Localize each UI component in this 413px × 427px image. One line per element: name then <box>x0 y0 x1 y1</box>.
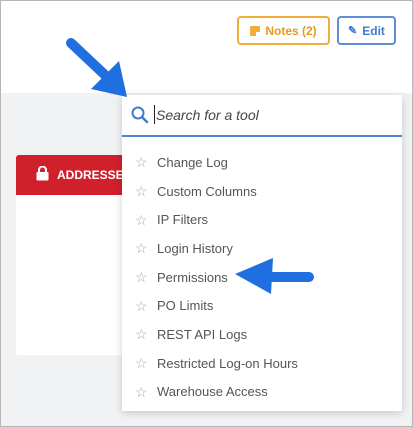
star-icon[interactable]: ☆ <box>135 356 149 370</box>
star-icon[interactable]: ☆ <box>135 213 149 227</box>
star-icon[interactable]: ☆ <box>135 155 149 169</box>
edit-button-label: Edit <box>362 23 385 38</box>
tool-item-custom-columns[interactable]: ☆ Custom Columns <box>122 177 402 206</box>
tool-item-restricted-log-on-hours[interactable]: ☆ Restricted Log-on Hours <box>122 349 402 378</box>
notes-icon <box>250 25 261 36</box>
tool-item-label: Warehouse Access <box>157 384 268 400</box>
star-icon[interactable]: ☆ <box>135 327 149 341</box>
tool-item-label: IP Filters <box>157 212 209 228</box>
tool-item-change-log[interactable]: ☆ Change Log <box>122 148 402 177</box>
tool-item-label: Change Log <box>157 154 228 170</box>
star-icon[interactable]: ☆ <box>135 385 149 399</box>
tool-item-label: Custom Columns <box>157 183 257 199</box>
addresses-card-header[interactable]: ADDRESSES <box>16 155 136 195</box>
search-icon <box>130 105 150 125</box>
star-icon[interactable]: ☆ <box>135 184 149 198</box>
star-icon[interactable]: ☆ <box>135 270 149 284</box>
tool-item-rest-api-logs[interactable]: ☆ REST API Logs <box>122 320 402 349</box>
tool-item-label: Login History <box>157 240 233 256</box>
search-row <box>122 95 402 137</box>
tool-dropdown: ☆ Change Log ☆ Custom Columns ☆ IP Filte… <box>122 95 402 411</box>
star-icon[interactable]: ☆ <box>135 299 149 313</box>
arrow-icon <box>66 38 127 97</box>
notes-button-label: Notes (2) <box>265 23 317 38</box>
tool-item-label: PO Limits <box>157 298 214 314</box>
lock-icon <box>36 165 49 184</box>
tool-item-warehouse-access[interactable]: ☆ Warehouse Access <box>122 378 402 407</box>
tool-item-label: Permissions <box>157 269 228 285</box>
addresses-card-title: ADDRESSES <box>57 168 132 182</box>
text-caret <box>154 105 155 124</box>
edit-button[interactable]: ✎ Edit <box>337 16 396 45</box>
tool-item-label: Restricted Log-on Hours <box>157 355 298 371</box>
arrow-icon <box>235 258 314 294</box>
tool-item-label: REST API Logs <box>157 326 248 342</box>
addresses-card: ADDRESSES <box>16 155 136 355</box>
app-frame: Notes (2) ✎ Edit ADDRESSES Search for a … <box>0 0 413 427</box>
pencil-icon: ✎ <box>348 25 358 37</box>
tool-item-ip-filters[interactable]: ☆ IP Filters <box>122 205 402 234</box>
search-input[interactable] <box>156 103 386 127</box>
star-icon[interactable]: ☆ <box>135 241 149 255</box>
notes-button[interactable]: Notes (2) <box>237 16 330 45</box>
